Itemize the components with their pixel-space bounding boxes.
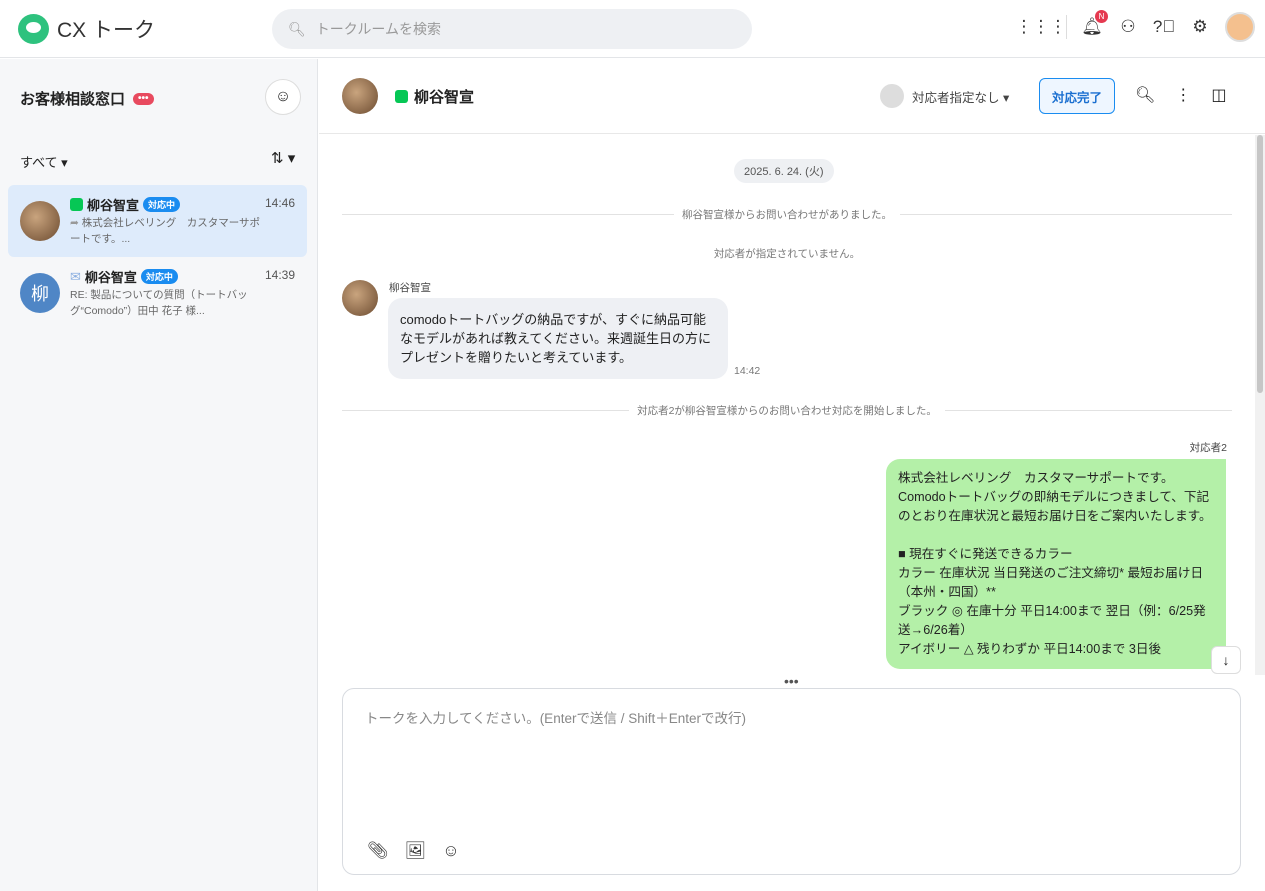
conversation-name: 柳谷智宣 [87,198,140,213]
status-badge: 対応中 [143,197,181,212]
forward-icon: ➦ [70,217,82,229]
conversation-name: 柳谷智宣 [84,270,137,285]
system-message: 柳谷智宣様からお問い合わせがありました。 [342,207,1232,222]
sidebar-title: お客様相談窓口 [20,91,126,108]
mail-icon: ✉ [70,268,81,284]
org-chart-icon[interactable]: ⚇ [1117,16,1139,38]
conversation-item[interactable]: 柳 ✉ 柳谷智宣 対応中 14:39 RE: 製品についての質問（トートバッグ“Co… [8,257,307,329]
conversation-preview: 株式会社レベリング カスタマーサポートです。... [70,217,261,245]
outgoing-message: 株式会社レベリング カスタマーサポートです。 Comodoトートバッグの即納モデ… [886,459,1226,669]
sidebar-title-badge: ••• [133,92,154,105]
status-badge: 対応中 [140,269,178,284]
message-list: 2025. 6. 24. (火) 柳谷智宣様からお問い合わせがありました。 対応… [319,135,1255,673]
scrollbar[interactable] [1255,135,1265,675]
scroll-down-button[interactable]: ↓ [1211,646,1241,674]
attachment-icon[interactable]: 📎︎ [367,841,389,861]
complete-button[interactable]: 対応完了 [1039,78,1115,114]
gear-icon[interactable]: ⚙ [1189,16,1211,38]
user-avatar[interactable] [1225,12,1255,42]
conversation-item[interactable]: 柳谷智宣 対応中 14:46 ➦ 株式会社レベリング カスタマーサポートです。..… [8,185,307,257]
message-input[interactable] [343,689,1240,829]
contact-avatar[interactable] [342,78,378,114]
chat-panel: 柳谷智宣 対応者指定なし ▾ 対応完了 🔍︎ ⋮ ◫ 2025. 6. 24. (火… [319,59,1265,891]
date-separator: 2025. 6. 24. (火) [734,159,834,183]
avatar: 柳 [20,273,60,313]
search-placeholder: トークルームを検索 [315,21,441,37]
conversation-time: 14:46 [264,196,295,210]
support-agent-button[interactable]: ☺ [265,79,301,115]
app-logo[interactable]: CX トーク [18,14,155,44]
conversation-sidebar: お客様相談窓口 ••• ☺ すべて ▾ ⇅ ▾ 柳谷智宣 対応中 14:46 ➦ 株… [0,59,318,891]
apps-grid-icon[interactable]: ⋮⋮⋮ [1016,16,1067,38]
bell-icon[interactable]: 🔔︎ N [1081,10,1108,38]
line-icon [70,198,83,211]
chat-header: 柳谷智宣 対応者指定なし ▾ 対応完了 🔍︎ ⋮ ◫ [319,59,1265,134]
app-title: CX トーク [57,19,156,42]
system-message: 対応者2が柳谷智宣様からのお問い合わせ対応を開始しました。 [342,403,1232,418]
sort-button[interactable]: ⇅ ▾ [271,149,295,167]
avatar [20,201,60,241]
top-bar: CX トーク 🔍︎ トークルームを検索 ⋮⋮⋮ 🔔︎ N ⚇ ?⃝ ⚙ [0,0,1265,58]
help-icon[interactable]: ?⃝ [1153,16,1175,38]
system-message: 対応者が指定されていません。 [713,248,861,260]
sender-name: 柳谷智宣 [389,282,431,294]
message-time: 14:42 [734,365,761,377]
composer: 📎︎ 🖼︎ ☺ [342,688,1241,875]
resize-handle[interactable]: ••• [784,673,799,689]
agent-name: 対応者2 [1189,442,1227,454]
notification-badge: N [1095,10,1108,23]
assignee-dropdown[interactable]: 対応者指定なし ▾ [880,84,1009,108]
filter-dropdown[interactable]: すべて ▾ [20,152,68,171]
sender-avatar [342,280,378,316]
emoji-icon[interactable]: ☺ [442,841,459,861]
more-vertical-icon[interactable]: ⋮ [1175,85,1191,105]
panel-toggle-icon[interactable]: ◫ [1211,85,1226,105]
line-icon [395,90,408,103]
conversation-time: 14:39 [264,268,295,282]
assignee-label: 対応者指定なし ▾ [912,90,1010,105]
image-icon[interactable]: 🖼︎ [405,841,427,861]
search-icon: 🔍︎ [288,20,306,37]
conversation-preview: RE: 製品についての質問（トートバッグ“Comodo”）田中 花子 様... [70,289,248,317]
assignee-avatar [880,84,904,108]
logo-icon [18,14,49,44]
contact-name: 柳谷智宣 [414,89,475,106]
search-icon[interactable]: 🔍︎ [1135,85,1155,105]
incoming-message: comodoトートバッグの納品ですが、すぐに納品可能なモデルがあれば教えてくださ… [388,298,728,379]
search-input[interactable]: 🔍︎ トークルームを検索 [272,9,752,49]
